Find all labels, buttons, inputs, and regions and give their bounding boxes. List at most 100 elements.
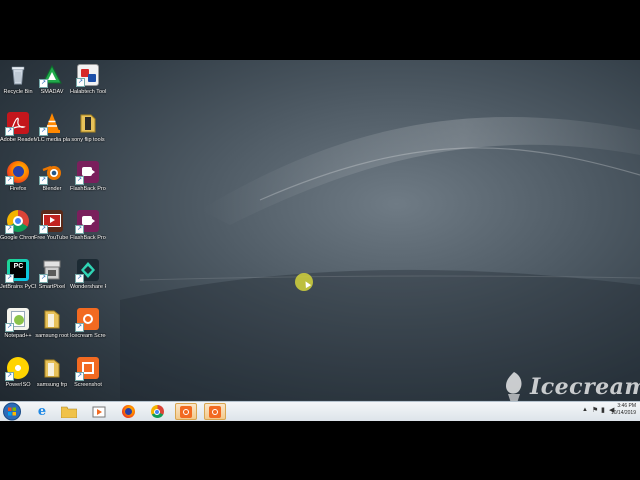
desktop-icon-notepadpp[interactable]: ↗ Notepad++ xyxy=(0,308,36,339)
icon-label: Adobe Reader 9 xyxy=(0,137,36,143)
icon-label: Google Chrome xyxy=(0,235,36,241)
chrome-icon: ↗ xyxy=(5,210,29,234)
icon-label: Icecream Screen ... xyxy=(70,333,106,339)
sony-flip-tools-icon xyxy=(77,112,99,134)
taskbar-icecream-recorder-1[interactable] xyxy=(175,403,197,420)
desktop-icon-sony-flip-tools[interactable]: sony flip tools xyxy=(70,112,106,143)
icon-label: Notepad++ xyxy=(4,333,32,339)
windows-start-icon xyxy=(3,402,21,421)
clock-time: 3:46 PM xyxy=(617,403,636,409)
smadav-icon: ↗ xyxy=(39,64,63,88)
recycle-bin-icon xyxy=(7,64,29,86)
shortcut-arrow-icon: ↗ xyxy=(39,225,48,234)
taskbar-chrome[interactable] xyxy=(146,403,168,420)
clock[interactable]: 3:46 PM 10/14/2019 xyxy=(611,403,636,417)
shortcut-arrow-icon: ↗ xyxy=(5,176,14,185)
filmora-icon: ↗ xyxy=(75,259,99,283)
blender-icon: ↗ xyxy=(39,161,63,185)
samsung-root-folder-icon xyxy=(41,308,63,330)
media-player-icon xyxy=(92,406,106,417)
desktop-icon-flashback-recorder[interactable]: ↗ FlashBack Pro 5 Re... xyxy=(70,210,106,241)
icecream-screen-icon: ↗ xyxy=(75,308,99,332)
notepadpp-icon: ↗ xyxy=(5,308,29,332)
tray-arrow-icon[interactable]: ▲ xyxy=(582,407,588,413)
shortcut-arrow-icon: ↗ xyxy=(5,274,14,283)
icon-label: Firefox xyxy=(9,186,27,192)
shortcut-arrow-icon: ↗ xyxy=(76,78,85,87)
desktop-icon-samsung-root[interactable]: samsung root xyxy=(34,308,70,339)
desktop-icon-filmora[interactable]: ↗ Wondershare Filmora Scrn xyxy=(70,259,106,290)
shortcut-arrow-icon: ↗ xyxy=(5,323,14,332)
desktop-icon-smadav[interactable]: ↗ SMADAV xyxy=(34,64,70,95)
watermark-text: Icecream xyxy=(530,374,640,400)
icon-label: VLC media player xyxy=(34,137,70,143)
samsung-frp-folder-icon xyxy=(41,357,63,379)
icon-label: FlashBack Pro 5 Player xyxy=(70,186,106,192)
icon-label: Blender xyxy=(42,186,62,192)
taskbar-icecream-recorder-2[interactable] xyxy=(204,403,226,420)
screenshot-icon: ↗ xyxy=(75,357,99,381)
mouse-cursor-highlight xyxy=(295,273,313,291)
desktop-icon-smartpixel[interactable]: ↗ SmartPixel xyxy=(34,259,70,290)
desktop-icon-poweriso[interactable]: ↗ PowerISO xyxy=(0,357,36,388)
flag-icon[interactable]: ⚑ xyxy=(592,406,598,414)
poweriso-icon: ↗ xyxy=(5,357,29,381)
shortcut-arrow-icon: ↗ xyxy=(39,79,48,88)
adobe-reader-icon: ↗ xyxy=(5,112,29,136)
shortcut-arrow-icon: ↗ xyxy=(75,372,84,381)
desktop-icon-icecream-screen[interactable]: ↗ Icecream Screen ... xyxy=(70,308,106,339)
shortcut-arrow-icon: ↗ xyxy=(75,323,84,332)
icon-label: samsung frp xyxy=(36,382,68,388)
smartpixel-icon: ↗ xyxy=(39,259,63,283)
shortcut-arrow-icon: ↗ xyxy=(5,225,14,234)
desktop-icon-recycle-bin[interactable]: Recycle Bin xyxy=(0,64,36,95)
vlc-icon: ↗ xyxy=(39,112,63,136)
free-youtube-icon: ↗ xyxy=(39,210,63,234)
network-icon[interactable]: ▮ xyxy=(601,406,605,414)
icon-label: FlashBack Pro 5 Re... xyxy=(70,235,106,241)
desktop-icon-firefox[interactable]: ↗ Firefox xyxy=(0,161,36,192)
icon-label: PowerISO xyxy=(5,382,31,388)
icon-label: SMADAV xyxy=(40,89,64,95)
desktop-icon-blender[interactable]: ↗ Blender xyxy=(34,161,70,192)
desktop-icon-adobe-reader[interactable]: ↗ Adobe Reader 9 xyxy=(0,112,36,143)
icon-label: Wondershare Filmora Scrn xyxy=(70,284,106,290)
icecream-recorder-icon xyxy=(180,405,192,418)
taskbar-internet-explorer[interactable]: e xyxy=(31,403,53,420)
desktop-icon-chrome[interactable]: ↗ Google Chrome xyxy=(0,210,36,241)
desktop[interactable]: Recycle Bin ↗ Adobe Reader 9 ↗ Firefox ↗… xyxy=(0,60,640,420)
icon-label: Halabtech Tool_v0.7 xyxy=(70,89,106,95)
taskbar-firefox[interactable] xyxy=(117,403,139,420)
system-tray: ▲ ⚑ ▮ ◀ 3:46 PM 10/14/2019 xyxy=(540,402,640,421)
icecream-recorder-icon xyxy=(209,405,221,418)
desktop-icon-samsung-frp[interactable]: samsung frp xyxy=(34,357,70,388)
shortcut-arrow-icon: ↗ xyxy=(39,274,48,283)
icon-label: Screenshot xyxy=(74,382,102,388)
icon-label: Free YouTube ... xyxy=(34,235,70,241)
shortcut-arrow-icon: ↗ xyxy=(75,274,84,283)
desktop-icon-pycharm[interactable]: PC ↗ JetBrains PyCharm ... xyxy=(0,259,36,290)
file-explorer-icon xyxy=(61,406,77,418)
start-button[interactable] xyxy=(2,402,22,421)
shortcut-arrow-icon: ↗ xyxy=(75,176,84,185)
desktop-icon-free-youtube[interactable]: ↗ Free YouTube ... xyxy=(34,210,70,241)
desktop-icon-screenshot[interactable]: ↗ Screenshot xyxy=(70,357,106,388)
desktop-icon-flashback-player[interactable]: ↗ FlashBack Pro 5 Player xyxy=(70,161,106,192)
shortcut-arrow-icon: ↗ xyxy=(5,372,14,381)
taskbar-file-explorer[interactable] xyxy=(58,403,80,420)
firefox-icon: ↗ xyxy=(5,161,29,185)
chrome-icon xyxy=(150,405,164,418)
halabtech-icon: ↗ xyxy=(76,64,99,87)
clock-date: 10/14/2019 xyxy=(610,410,636,416)
desktop-icon-halabtech[interactable]: ↗ Halabtech Tool_v0.7 xyxy=(70,64,106,95)
icon-label: samsung root xyxy=(35,333,69,339)
firefox-icon xyxy=(121,405,135,418)
taskbar: e ▲ ⚑ ▮ ◀ 3:46 PM 10/14/2019 xyxy=(0,401,640,421)
icon-label: sony flip tools xyxy=(71,137,105,143)
pycharm-icon: PC ↗ xyxy=(5,259,29,283)
shortcut-arrow-icon: ↗ xyxy=(39,127,48,136)
shortcut-arrow-icon: ↗ xyxy=(39,176,48,185)
icon-label: SmartPixel xyxy=(38,284,66,290)
taskbar-media-player[interactable] xyxy=(88,403,110,420)
desktop-icon-vlc[interactable]: ↗ VLC media player xyxy=(34,112,70,143)
